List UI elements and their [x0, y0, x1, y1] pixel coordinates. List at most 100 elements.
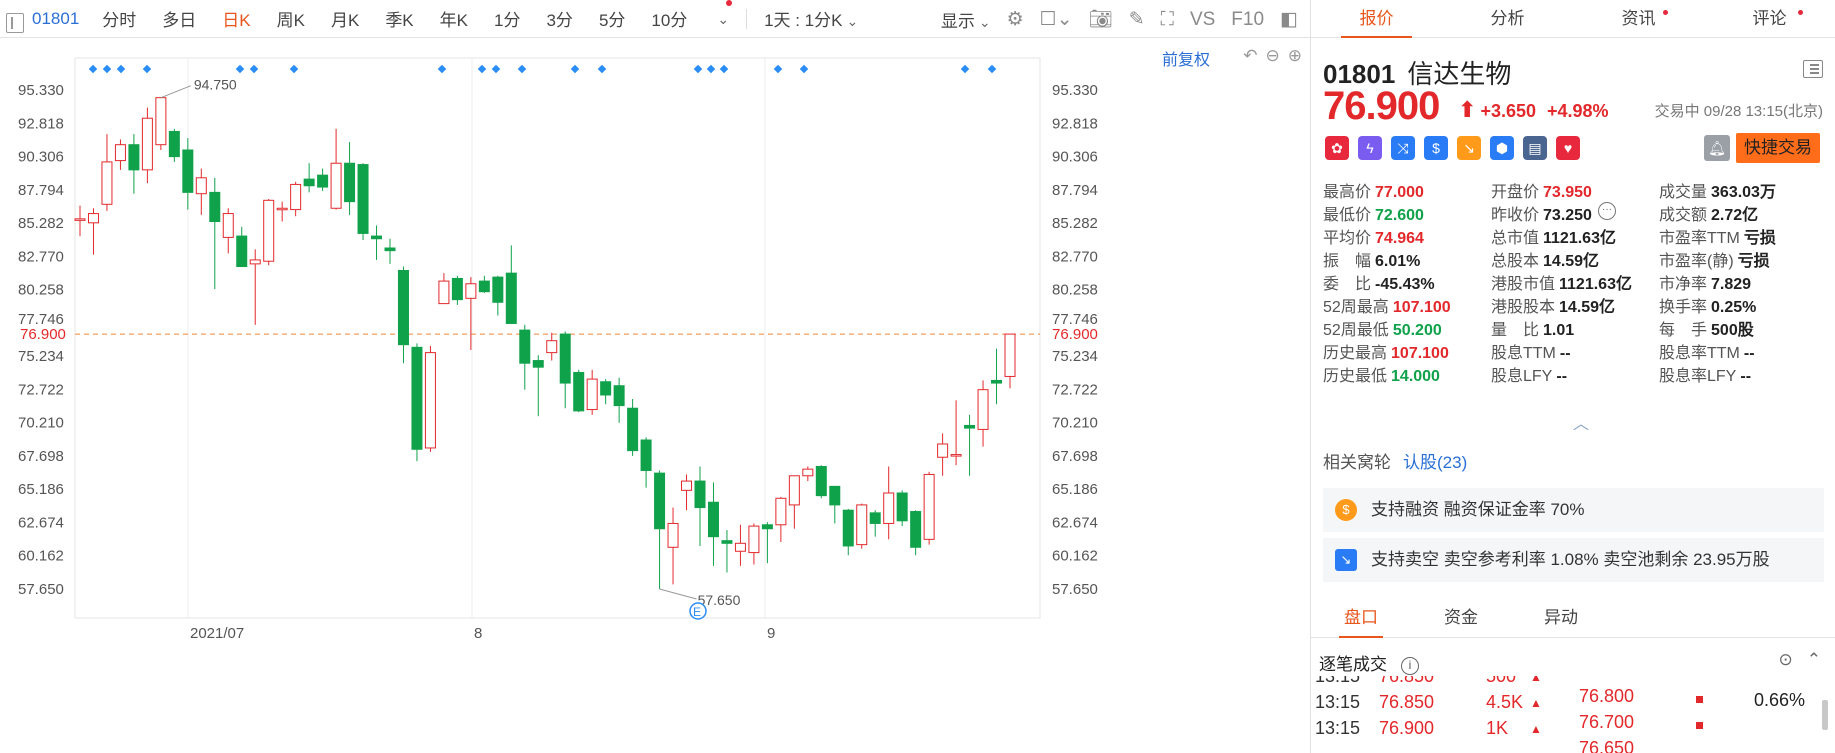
stat-cell: 港股市值 1121.63亿 [1491, 270, 1659, 293]
trend-icon[interactable]: ↘ [1457, 136, 1481, 160]
menu-list-icon[interactable] [1803, 60, 1823, 78]
scrollbar[interactable] [1821, 700, 1829, 730]
stat-value: -45.43% [1375, 276, 1435, 293]
candle-up [155, 97, 167, 146]
more-options-icon[interactable]: ⊙ [1779, 650, 1793, 670]
tick-time: 13:15 [1315, 718, 1361, 738]
vs-compare-icon[interactable]: VS [1190, 10, 1215, 29]
interval-select[interactable]: 1天 : 1分K [751, 6, 871, 31]
event-diamond-icon [102, 64, 112, 74]
stats-row: 振 幅 6.01% 总股本 14.59亿 市盈率(静) 亏损 [1323, 247, 1828, 270]
period-tab-9[interactable]: 5分 [586, 6, 638, 31]
event-diamond-icon [960, 64, 970, 74]
event-diamond-icon [491, 64, 501, 74]
sidebar-toggle-icon[interactable] [6, 12, 24, 33]
stat-label: 港股股本 [1491, 299, 1556, 316]
reset-icon[interactable]: ↶ [1243, 46, 1257, 66]
tab-unusual[interactable]: 异动 [1511, 598, 1611, 637]
period-tab-7[interactable]: 1分 [481, 6, 533, 31]
draw-pencil-icon[interactable]: ✎ [1129, 10, 1145, 29]
stock-code-toggle[interactable]: 01801 [0, 9, 89, 33]
candlestick-chart[interactable]: 2021/07 8 9 95.330 95.330 92.818 92.818 90.306 9… [0, 38, 1310, 753]
candle-down [815, 466, 827, 497]
display-dropdown[interactable]: 显示 [941, 7, 991, 32]
period-tab-6[interactable]: 年K [427, 6, 481, 31]
adjust-mode-button[interactable]: 前复权 [1162, 46, 1210, 70]
margin-banner[interactable]: $ 支持融资 融资保证金率 70% [1323, 488, 1824, 532]
panel-toggle-icon[interactable]: ◧ [1280, 10, 1298, 29]
heart-icon[interactable]: ♥ [1556, 136, 1580, 160]
y-tick-label-left: 57.650 [18, 581, 64, 598]
event-diamond-icon [235, 64, 245, 74]
tab-comments[interactable]: 评论 [1704, 0, 1835, 37]
period-tab-2[interactable]: 日K [209, 6, 263, 31]
stat-cell: 委 比 -45.43% [1323, 270, 1491, 293]
collapse-up-icon[interactable]: ⌃ [1807, 650, 1821, 670]
margin-banner-text: 支持融资 融资保证金率 70% [1371, 500, 1585, 519]
period-tab-8[interactable]: 3分 [533, 6, 585, 31]
info-icon[interactable]: i [1401, 656, 1419, 675]
stat-label: 委 比 [1323, 276, 1372, 293]
x-tick-label: 2021/07 [190, 625, 244, 642]
zoom-in-icon[interactable]: ⊕ [1288, 46, 1302, 66]
tick-up-arrow-icon: ▲ [1530, 676, 1542, 684]
y-tick-label-left: 90.306 [18, 149, 64, 166]
kline-chart-area[interactable]: 2021/07 8 9 95.330 95.330 92.818 92.818 90.306 9… [0, 38, 1310, 753]
stat-value: 363.03万 [1711, 184, 1776, 201]
tab-analysis[interactable]: 分析 [1442, 0, 1573, 37]
screenshot-camera-icon[interactable]: 📷︎ [1089, 10, 1113, 29]
lightning-icon[interactable]: ϟ [1358, 136, 1382, 160]
tag-icon[interactable]: ⬢ [1490, 136, 1514, 160]
y-tick-label-right: 95.330 [1052, 82, 1098, 99]
bookmark-icon[interactable]: ▤ [1523, 136, 1547, 160]
dollar-icon[interactable]: $ [1424, 136, 1448, 160]
warrants-link[interactable]: 认股(23) [1403, 453, 1467, 472]
tab-capital[interactable]: 资金 [1411, 598, 1511, 637]
settings-gear-icon[interactable]: ⚙ [1007, 10, 1024, 29]
candle-up [856, 504, 868, 546]
candle-down [694, 480, 706, 509]
tab-orderbook[interactable]: 盘口 [1311, 598, 1411, 638]
period-tab-0[interactable]: 分时 [89, 6, 149, 31]
stats-row: 平均价 74.964 总市值 1121.63亿 市盈率TTM 亏损 [1323, 224, 1828, 247]
stat-label: 股息率LFY [1659, 368, 1737, 385]
quick-trade-button[interactable]: 快捷交易 [1736, 133, 1820, 163]
stat-value: 6.01% [1375, 253, 1421, 270]
stat-label: 52周最低 [1323, 322, 1389, 339]
short-sell-banner[interactable]: ↘ 支持卖空 卖空参考利率 1.08% 卖空池剩余 23.95万股 [1323, 538, 1824, 582]
candle-up [330, 162, 342, 209]
shuffle-icon[interactable]: ⤨ [1391, 136, 1415, 160]
stat-label: 振 幅 [1323, 253, 1372, 270]
candle-down [613, 385, 625, 407]
period-tab-10[interactable]: 10分 [638, 6, 700, 31]
stat-label: 市盈率TTM [1659, 230, 1740, 247]
more-info-icon[interactable]: ··· [1598, 202, 1616, 220]
zoom-out-icon[interactable]: ⊖ [1266, 46, 1280, 66]
x-tick-label: 8 [474, 625, 482, 642]
stat-value: 107.100 [1392, 299, 1451, 316]
collapse-chevron-icon[interactable]: ︿ [1573, 410, 1589, 434]
y-tick-label-left: 67.698 [18, 448, 64, 465]
period-tab-3[interactable]: 周K [264, 6, 318, 31]
event-diamond-icon [116, 64, 126, 74]
more-period-dropdown[interactable] [700, 9, 742, 29]
fullscreen-icon[interactable]: ⛶ [1161, 10, 1174, 29]
period-tab-1[interactable]: 多日 [149, 6, 209, 31]
alert-bell-icon[interactable]: 🔔︎ [1704, 135, 1730, 161]
y-tick-label-right: 70.210 [1052, 415, 1098, 432]
tab-quote[interactable]: 报价 [1311, 0, 1442, 38]
period-tab-4[interactable]: 月K [318, 6, 372, 31]
current-price-label-left: 76.900 [20, 326, 66, 343]
stat-cell: 总市值 1121.63亿 [1491, 224, 1659, 247]
stat-value: 1121.63亿 [1543, 230, 1616, 247]
chart-zoom-controls: ↶ ⊖ ⊕ [1243, 46, 1302, 66]
f10-icon[interactable]: F10 [1231, 10, 1264, 29]
y-tick-label-left: 75.234 [18, 348, 64, 365]
tab-news[interactable]: 资讯 [1573, 0, 1704, 37]
y-tick-label-right: 65.186 [1052, 481, 1098, 498]
stat-value: 亏损 [1737, 253, 1770, 270]
hk-connect-icon[interactable]: ✿ [1325, 136, 1349, 160]
period-tab-5[interactable]: 季K [372, 6, 426, 31]
indicator-box-icon[interactable]: ☐⌄ [1040, 10, 1073, 29]
candle-down [532, 360, 544, 368]
